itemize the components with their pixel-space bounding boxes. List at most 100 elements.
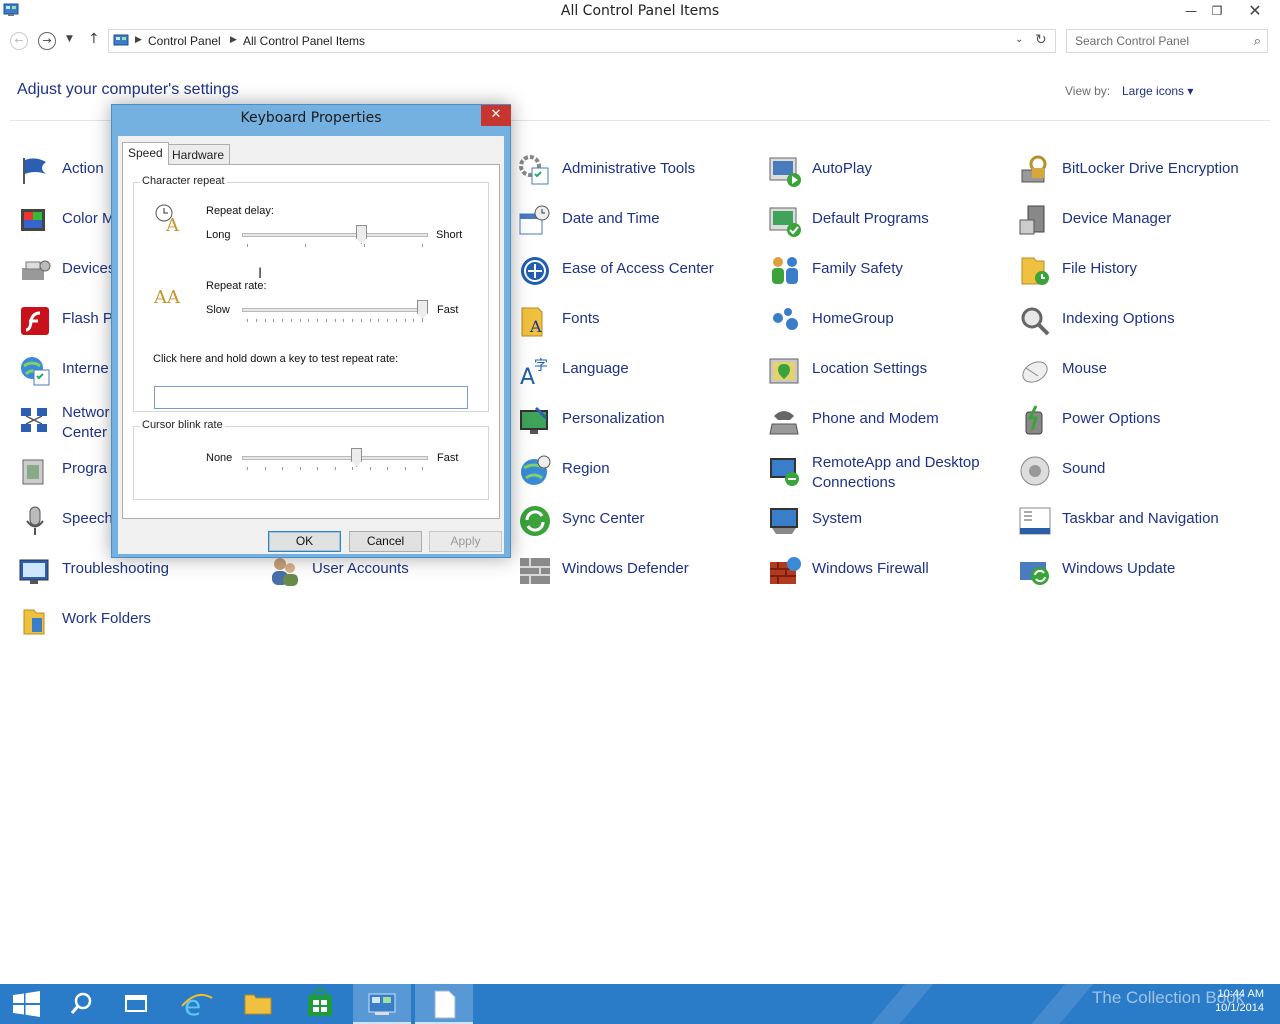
up-button[interactable]: ↑: [88, 31, 100, 47]
recent-locations-button[interactable]: ▼: [66, 34, 73, 44]
repeat-delay-slider[interactable]: [242, 225, 428, 249]
taskbar-store-button[interactable]: [291, 984, 349, 1024]
clock[interactable]: 10:44 AM 10/1/2014: [1210, 987, 1264, 1015]
cp-item-homegroup[interactable]: HomeGroup: [768, 298, 1018, 346]
cp-item-label: Indexing Options: [1062, 310, 1175, 327]
cp-item-file-history[interactable]: File History: [1018, 248, 1268, 296]
cp-item-administrative-tools[interactable]: Administrative Tools: [518, 148, 768, 196]
back-button[interactable]: ←: [10, 32, 28, 50]
cp-item-phone-modem[interactable]: Phone and Modem: [768, 398, 1018, 446]
ok-button[interactable]: OK: [268, 531, 341, 552]
repeat-rate-min-label: Slow: [206, 304, 230, 316]
taskbar-ie-button[interactable]: e: [168, 984, 226, 1024]
cp-item-windows-firewall[interactable]: Windows Firewall: [768, 548, 1018, 596]
cp-item-label: Location Settings: [812, 360, 928, 377]
address-row: ← → ▼ ↑ ▶ Control Panel ▶ All Control Pa…: [0, 28, 1280, 54]
search-icon[interactable]: ⌕: [1254, 33, 1261, 49]
cp-item-default-programs[interactable]: Default Programs: [768, 198, 1018, 246]
maximize-button[interactable]: ❐: [1206, 0, 1228, 22]
slider-tick: [265, 467, 266, 470]
cp-item-mouse[interactable]: Mouse: [1018, 348, 1268, 396]
cp-item-bitlocker[interactable]: BitLocker Drive Encryption: [1018, 148, 1268, 196]
slider-tick: [387, 467, 388, 470]
bitlocker-icon: [1021, 155, 1047, 183]
address-bar[interactable]: ▶ Control Panel ▶ All Control Panel Item…: [108, 29, 1056, 53]
cp-item-sound[interactable]: Sound: [1018, 448, 1268, 496]
slider-tick: [326, 319, 327, 322]
svg-text:e: e: [184, 989, 201, 1022]
cp-item-label: Region: [562, 460, 610, 477]
cp-item-autoplay[interactable]: AutoPlay: [768, 148, 1018, 196]
cp-item-remoteapp[interactable]: RemoteApp and Desktop Connections: [768, 448, 1018, 496]
slider-tick: [352, 319, 353, 322]
start-button[interactable]: [0, 984, 58, 1024]
text-cursor-icon: I: [258, 266, 263, 282]
device-manager-icon: [1019, 205, 1045, 235]
minimize-button[interactable]: —: [1180, 0, 1202, 22]
slider-tick: [300, 319, 301, 322]
microphone-icon: [26, 506, 44, 535]
cp-item-system[interactable]: System: [768, 498, 1018, 546]
dialog-close-button[interactable]: ✕: [481, 105, 511, 126]
cp-item-location-settings[interactable]: Location Settings: [768, 348, 1018, 396]
slider-tick: [422, 244, 423, 247]
slider-thumb[interactable]: [356, 225, 367, 244]
location-icon: [769, 358, 799, 384]
breadcrumb-separator[interactable]: ▶: [135, 35, 142, 45]
dialog-title: Keyboard Properties: [240, 110, 382, 126]
slider-thumb[interactable]: [351, 448, 362, 467]
repeat-rate-slider[interactable]: [242, 300, 428, 324]
windows-update-icon: [1020, 562, 1049, 585]
taskbar-control-panel-button[interactable]: [353, 984, 411, 1024]
repeat-delay-min-label: Long: [206, 229, 231, 241]
cp-item-taskbar-navigation[interactable]: Taskbar and Navigation: [1018, 498, 1268, 546]
chevron-down-icon[interactable]: ⌄: [1015, 34, 1023, 45]
cursor-blink-slider[interactable]: [242, 448, 428, 472]
tab-hardware[interactable]: Hardware: [166, 144, 231, 165]
taskbar-search-button[interactable]: [52, 984, 110, 1024]
cp-item-indexing-options[interactable]: Indexing Options: [1018, 298, 1268, 346]
tab-speed[interactable]: Speed: [122, 142, 169, 165]
slider-thumb[interactable]: [417, 300, 428, 319]
cursor-blink-group: Cursor blink rate None Fast: [133, 419, 489, 500]
cp-item-label: AutoPlay: [812, 160, 873, 177]
breadcrumb-all-items[interactable]: All Control Panel Items: [243, 34, 365, 48]
breadcrumb-separator[interactable]: ▶: [230, 35, 237, 45]
document-icon: [434, 990, 456, 1019]
view-by-dropdown[interactable]: Large icons ▾: [1122, 84, 1193, 98]
cp-item-fonts[interactable]: A Fonts: [518, 298, 768, 346]
slider-tick: [387, 319, 388, 322]
slider-tick: [396, 319, 397, 322]
cp-item-personalization[interactable]: Personalization: [518, 398, 768, 446]
refresh-icon[interactable]: ↻: [1035, 32, 1047, 48]
taskbar-explorer-button[interactable]: [229, 984, 287, 1024]
speaker-icon: [1020, 456, 1050, 486]
cancel-button[interactable]: Cancel: [349, 531, 422, 552]
task-view-button[interactable]: [108, 984, 166, 1024]
taskbar-document-button[interactable]: [415, 984, 473, 1024]
firewall-icon: [770, 557, 801, 584]
cp-item-work-folders[interactable]: Work Folders: [18, 598, 268, 646]
breadcrumb-control-panel[interactable]: Control Panel: [148, 34, 221, 48]
slider-tick: [422, 467, 423, 470]
close-button[interactable]: ✕: [1232, 0, 1278, 22]
users-icon: [272, 558, 298, 586]
cp-item-power-options[interactable]: Power Options: [1018, 398, 1268, 446]
cp-item-label: Work Folders: [62, 610, 151, 627]
search-input[interactable]: Search Control Panel ⌕: [1066, 29, 1268, 53]
cp-item-ease-of-access[interactable]: Ease of Access Center: [518, 248, 768, 296]
control-panel-icon: [113, 34, 129, 46]
cp-item-device-manager[interactable]: Device Manager: [1018, 198, 1268, 246]
test-repeat-input[interactable]: [154, 386, 468, 409]
cp-item-date-time[interactable]: Date and Time: [518, 198, 768, 246]
cp-item-region[interactable]: Region: [518, 448, 768, 496]
forward-button[interactable]: →: [38, 32, 56, 50]
cp-item-sync-center[interactable]: Sync Center: [518, 498, 768, 546]
slider-track: [242, 233, 428, 237]
autoplay-icon: [769, 157, 801, 187]
cp-item-family-safety[interactable]: Family Safety: [768, 248, 1018, 296]
slider-tick: [317, 319, 318, 322]
cp-item-windows-update[interactable]: Windows Update: [1018, 548, 1268, 596]
cp-item-language[interactable]: A字 Language: [518, 348, 768, 396]
cp-item-windows-defender[interactable]: Windows Defender: [518, 548, 768, 596]
